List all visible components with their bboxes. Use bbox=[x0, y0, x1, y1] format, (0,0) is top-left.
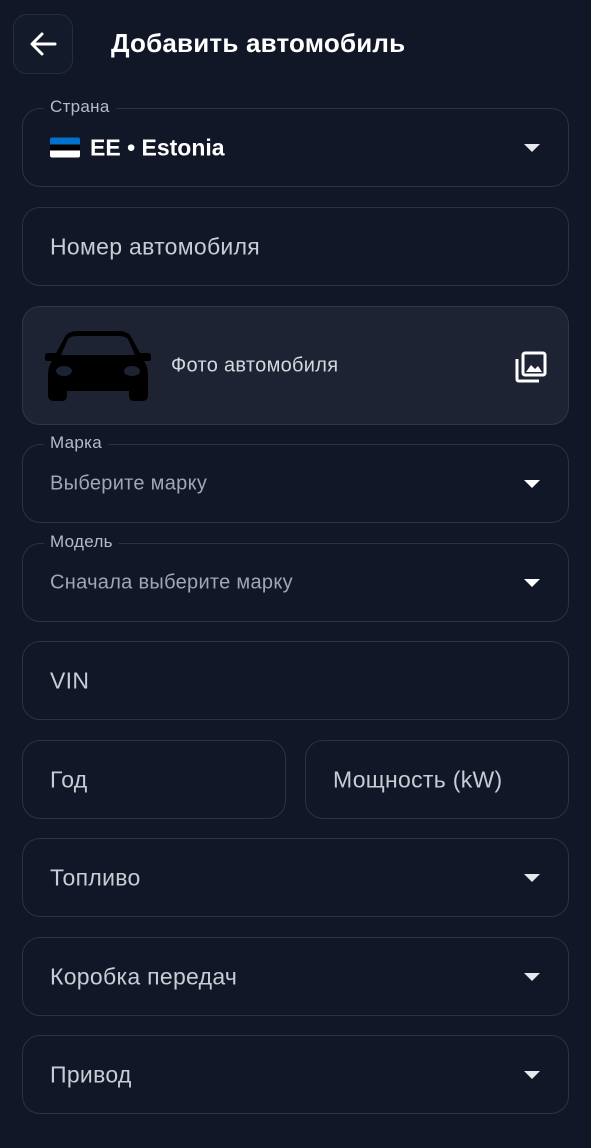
drive-placeholder: Привод bbox=[50, 1061, 132, 1087]
photo-library-icon[interactable] bbox=[515, 351, 547, 383]
back-button[interactable] bbox=[13, 14, 73, 74]
country-label: Страна bbox=[44, 97, 116, 117]
caret-down-icon bbox=[524, 143, 540, 152]
year-field[interactable]: Год bbox=[22, 740, 286, 819]
drive-select[interactable]: Привод bbox=[22, 1035, 569, 1114]
country-value-wrap: EE • Estonia bbox=[50, 134, 225, 161]
power-placeholder: Мощность (kW) bbox=[333, 766, 503, 792]
year-placeholder: Год bbox=[50, 766, 88, 792]
vin-placeholder: VIN bbox=[50, 667, 90, 693]
model-label: Модель bbox=[44, 532, 119, 552]
model-value: Сначала выберите марку bbox=[50, 571, 293, 593]
car-icon bbox=[45, 331, 151, 401]
gearbox-select[interactable]: Коробка передач bbox=[22, 937, 569, 1016]
power-field[interactable]: Мощность (kW) bbox=[305, 740, 569, 819]
caret-down-icon bbox=[524, 972, 540, 981]
add-car-screen: Добавить автомобиль Страна EE • Estonia … bbox=[0, 0, 591, 1148]
vin-field[interactable]: VIN bbox=[22, 641, 569, 720]
fuel-select[interactable]: Топливо bbox=[22, 838, 569, 917]
caret-down-icon bbox=[524, 1070, 540, 1079]
brand-label: Марка bbox=[44, 433, 109, 453]
fuel-placeholder: Топливо bbox=[50, 864, 141, 890]
gearbox-placeholder: Коробка передач bbox=[50, 963, 238, 989]
photo-label: Фото автомобиля bbox=[171, 354, 339, 376]
country-value: EE • Estonia bbox=[90, 134, 225, 160]
page-title: Добавить автомобиль bbox=[111, 28, 406, 58]
caret-down-icon bbox=[524, 873, 540, 882]
caret-down-icon bbox=[524, 479, 540, 488]
plate-number-field[interactable]: Номер автомобиля bbox=[22, 207, 569, 286]
caret-down-icon bbox=[524, 578, 540, 587]
car-photo-card[interactable]: Фото автомобиля bbox=[22, 306, 569, 425]
arrow-left-icon bbox=[30, 32, 57, 56]
brand-select[interactable]: Марка Выберите марку bbox=[22, 433, 569, 523]
brand-value: Выберите марку bbox=[50, 472, 208, 494]
plate-number-placeholder: Номер автомобиля bbox=[50, 233, 261, 259]
country-select[interactable]: Страна EE • Estonia bbox=[22, 97, 569, 187]
model-select[interactable]: Модель Сначала выберите марку bbox=[22, 532, 569, 622]
estonia-flag-icon bbox=[50, 137, 80, 158]
